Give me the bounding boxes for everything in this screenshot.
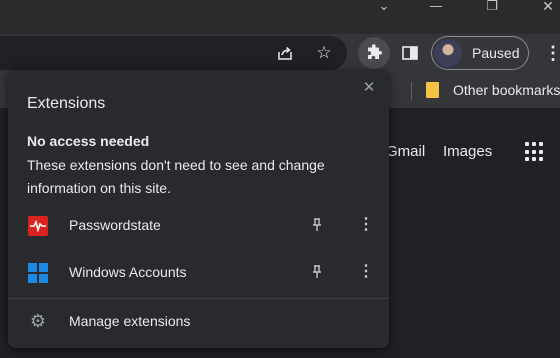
- passwordstate-icon: [28, 216, 48, 236]
- share-icon[interactable]: [274, 42, 296, 64]
- folder-icon[interactable]: [426, 82, 439, 98]
- side-panel-icon[interactable]: [399, 42, 421, 64]
- section-heading: No access needed: [27, 133, 150, 149]
- section-description: These extensions don't need to see and c…: [27, 157, 325, 196]
- browser-menu-icon[interactable]: ⋮: [542, 42, 560, 64]
- divider: [8, 298, 389, 299]
- windows-accounts-icon: [28, 263, 48, 283]
- bookmarks-divider: [411, 82, 412, 100]
- pin-icon[interactable]: [310, 262, 324, 282]
- browser-toolbar: ☆ Paused ⋮: [0, 34, 560, 72]
- extensions-puzzle-button[interactable]: [358, 37, 390, 69]
- google-apps-icon[interactable]: [525, 142, 545, 162]
- avatar: [434, 39, 462, 67]
- popup-title: Extensions: [27, 95, 106, 112]
- gear-icon: ⚙: [29, 311, 47, 332]
- profile-chip[interactable]: Paused: [431, 36, 529, 70]
- close-window-button[interactable]: ✕: [538, 0, 558, 18]
- extension-row-passwordstate[interactable]: Passwordstate ⋮: [8, 206, 389, 246]
- manage-extensions-button[interactable]: ⚙ Manage extensions: [8, 302, 389, 342]
- minimize-button[interactable]: —: [426, 0, 446, 18]
- tab-search-chevron-icon[interactable]: ⌄: [374, 0, 394, 18]
- more-options-icon[interactable]: ⋮: [358, 215, 374, 235]
- extension-row-windows-accounts[interactable]: Windows Accounts ⋮: [8, 253, 389, 293]
- pin-icon[interactable]: [310, 215, 324, 235]
- extension-name: Windows Accounts: [69, 264, 187, 280]
- maximize-button[interactable]: ❐: [482, 0, 502, 18]
- extension-name: Passwordstate: [69, 217, 161, 233]
- gmail-link[interactable]: Gmail: [386, 143, 425, 160]
- other-bookmarks-link[interactable]: Other bookmarks: [453, 82, 560, 98]
- profile-status-label: Paused: [472, 45, 520, 61]
- puzzle-icon: [368, 44, 382, 59]
- more-options-icon[interactable]: ⋮: [358, 262, 374, 282]
- bookmark-star-icon[interactable]: ☆: [313, 42, 335, 64]
- window-title-bar: ⌄ — ❐ ✕: [0, 0, 560, 34]
- close-icon[interactable]: ✕: [361, 78, 377, 96]
- images-link[interactable]: Images: [443, 143, 492, 160]
- extensions-popup: Extensions ✕ No access needed These exte…: [8, 70, 389, 348]
- manage-extensions-label: Manage extensions: [69, 313, 191, 329]
